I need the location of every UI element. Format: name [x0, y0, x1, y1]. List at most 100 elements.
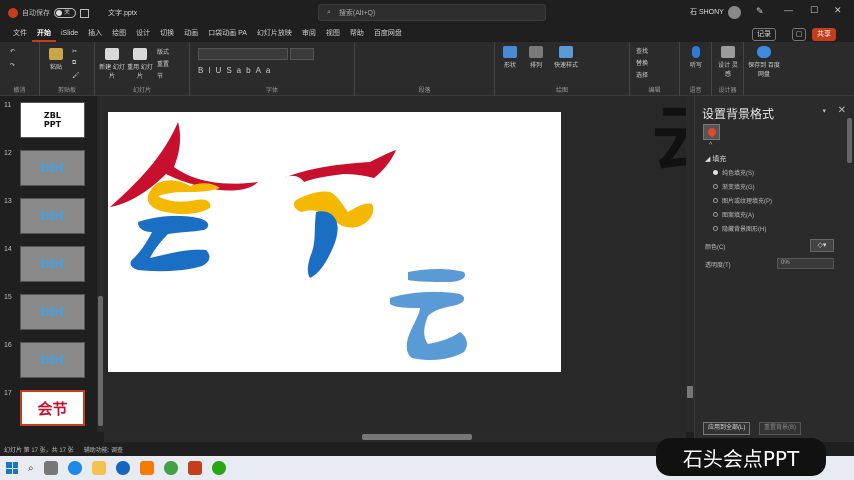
slide-thumbnail[interactable]: bbt	[20, 246, 85, 282]
slide-thumbnail[interactable]: ZBL PPT	[20, 102, 85, 138]
user-name[interactable]: 石 SHONY	[690, 7, 724, 17]
fill-option[interactable]: 渐变填充(G)	[713, 182, 755, 191]
find-button[interactable]: 查找	[636, 46, 648, 55]
fill-section-header[interactable]: ◢ 填充	[705, 154, 726, 164]
reset-button[interactable]: 重置	[157, 59, 169, 68]
current-slide[interactable]	[108, 112, 561, 372]
reuse-slides-label: 重用 幻灯片	[127, 65, 153, 80]
tab-12[interactable]: 帮助	[345, 26, 369, 42]
format-painter-icon[interactable]: 🖌	[72, 72, 80, 79]
document-filename: 文字.pptx	[108, 10, 138, 17]
new-slide-label: 新建 幻灯片	[99, 65, 125, 80]
avatar[interactable]	[728, 6, 741, 19]
fill-option[interactable]: 纯色填充(S)	[713, 168, 754, 177]
group-paragraph: 段落	[355, 42, 495, 96]
canvas-vertical-scrollbar[interactable]	[686, 96, 694, 432]
tab-7[interactable]: 动画	[179, 26, 203, 42]
slide-thumbnail[interactable]: bbt	[20, 198, 85, 234]
close-icon[interactable]: ✕	[834, 5, 842, 16]
autosave-toggle[interactable]: 关	[54, 8, 76, 18]
paste-button[interactable]: 粘贴	[44, 48, 68, 71]
font-size-select[interactable]	[290, 48, 314, 60]
tab-9[interactable]: 幻灯片放映	[252, 26, 297, 42]
save-icon[interactable]	[80, 8, 89, 18]
fill-bucket-icon[interactable]	[703, 124, 720, 140]
slide-thumbnail[interactable]: bbt	[20, 342, 85, 378]
fill-option[interactable]: 图案填充(A)	[713, 210, 754, 219]
pen-icon[interactable]: ✎	[756, 6, 764, 17]
quick-styles-button[interactable]: 快速样式	[551, 46, 581, 69]
tab-6[interactable]: 切换	[155, 26, 179, 42]
tab-10[interactable]: 审阅	[297, 26, 321, 42]
comments-icon[interactable]: ▢	[792, 28, 806, 41]
color-picker-button[interactable]: ◇▾	[810, 239, 834, 252]
tab-4[interactable]: 绘图	[107, 26, 131, 42]
section-button[interactable]: 节	[157, 71, 163, 80]
radio-icon[interactable]	[713, 184, 718, 189]
shapes-label: 形状	[503, 63, 516, 69]
group-undo: ↶ ↷ 撤消	[0, 42, 40, 96]
transparency-input[interactable]: 0%	[777, 258, 834, 269]
undo-icon[interactable]: ↶	[10, 48, 15, 55]
designer-button[interactable]: 设计 灵感	[716, 46, 740, 78]
radio-icon[interactable]	[713, 212, 718, 217]
reuse-slides-icon	[133, 48, 147, 60]
radio-icon[interactable]	[713, 170, 718, 175]
tab-3[interactable]: 插入	[83, 26, 107, 42]
fill-option[interactable]: 隐藏背景图形(H)	[713, 224, 766, 233]
font-format-row[interactable]: BIUSabAa	[198, 66, 275, 75]
file-explorer-icon[interactable]	[91, 461, 106, 475]
search-placeholder: 搜索(Alt+Q)	[338, 9, 376, 17]
pane-scrollbar[interactable]	[847, 116, 853, 416]
pane-close-icon[interactable]: ✕	[838, 105, 846, 116]
font-family-select[interactable]	[198, 48, 288, 60]
tab-5[interactable]: 设计	[131, 26, 155, 42]
accessibility-status[interactable]: 辅助功能: 调查	[84, 445, 123, 454]
maximize-icon[interactable]: ☐	[810, 5, 818, 16]
slide-thumbnail[interactable]: bbt	[20, 294, 85, 330]
app-orange-icon[interactable]	[139, 461, 154, 475]
slide-thumbnail[interactable]: bbt	[20, 150, 85, 186]
app-l-icon[interactable]	[115, 461, 130, 475]
tab-1[interactable]: 开始	[32, 26, 56, 42]
canvas-horizontal-scrollbar[interactable]	[104, 432, 686, 442]
copy-icon[interactable]: ⧉	[72, 60, 76, 67]
radio-icon[interactable]	[713, 198, 718, 203]
record-button[interactable]: 记录	[752, 28, 776, 41]
reuse-slides-button[interactable]: 重用 幻灯片	[127, 48, 153, 80]
pane-options-chevron-icon[interactable]: ▾	[822, 107, 826, 115]
replace-button[interactable]: 替换	[636, 58, 648, 67]
powerpoint-taskbar-icon[interactable]	[187, 461, 202, 475]
tab-13[interactable]: 百度网盘	[369, 26, 407, 42]
pane-title: 设置背景格式	[702, 107, 775, 121]
tab-2[interactable]: iSlide	[56, 26, 83, 42]
app-green-icon[interactable]	[163, 461, 178, 475]
calligraphy-stroke-blue	[307, 211, 338, 278]
thumbnails-scrollbar[interactable]	[97, 96, 104, 432]
reset-background-button[interactable]: 重置背景(B)	[759, 422, 801, 435]
shapes-button[interactable]: 形状	[499, 46, 521, 69]
redo-icon[interactable]: ↷	[10, 62, 15, 69]
search-box[interactable]: ⌕ 搜索(Alt+Q)	[318, 4, 546, 21]
cut-icon[interactable]: ✂	[72, 48, 77, 55]
fill-option[interactable]: 图片或纹理填充(P)	[713, 196, 772, 205]
slide-thumbnail[interactable]: 会节	[20, 390, 85, 426]
select-button[interactable]: 选择	[636, 70, 648, 79]
arrange-button[interactable]: 排列	[525, 46, 547, 69]
minimize-icon[interactable]: —	[784, 5, 793, 15]
share-button[interactable]: 共享	[812, 28, 836, 41]
edge-browser-icon[interactable]	[67, 461, 82, 475]
layout-button[interactable]: 版式	[157, 47, 169, 56]
dictate-button[interactable]: 听写	[684, 46, 708, 69]
tab-8[interactable]: 口袋动画 PA	[203, 26, 252, 42]
task-view-icon[interactable]	[43, 461, 58, 475]
windows-start-icon[interactable]	[6, 462, 18, 474]
new-slide-button[interactable]: 新建 幻灯片	[99, 48, 125, 80]
tab-11[interactable]: 视图	[321, 26, 345, 42]
apply-to-all-button[interactable]: 应用到全部(L)	[703, 422, 751, 435]
taskbar-search-icon[interactable]: ⌕	[28, 463, 34, 474]
save-to-cloud-button[interactable]: 保存到 百度网盘	[748, 46, 780, 78]
radio-icon[interactable]	[713, 226, 718, 231]
tab-0[interactable]: 文件	[8, 26, 32, 42]
wechat-icon[interactable]	[211, 461, 226, 475]
